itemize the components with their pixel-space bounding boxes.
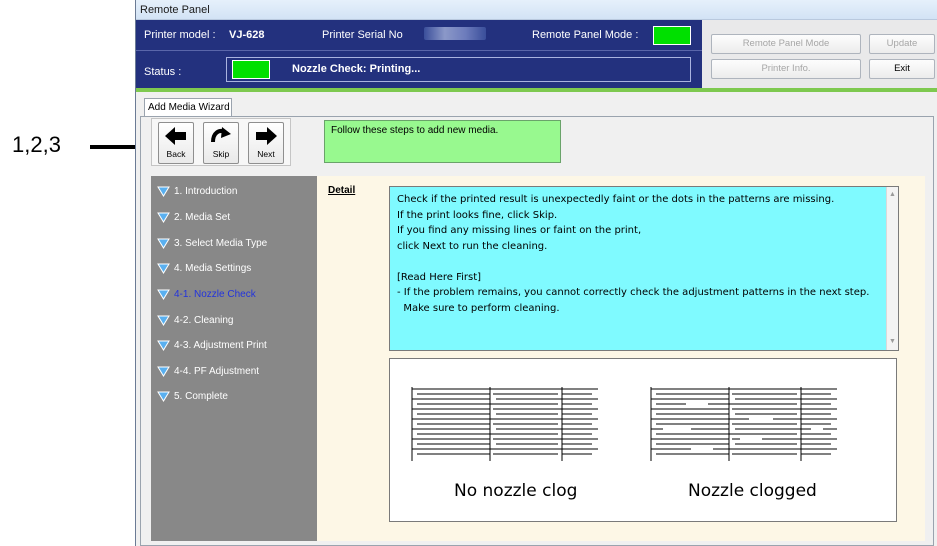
step-triangle-icon	[157, 366, 170, 377]
callout-label: 1,2,3	[12, 132, 61, 157]
window-title: Remote Panel	[136, 0, 937, 20]
step-label: 4. Media Settings	[174, 263, 252, 274]
printer-info-button[interactable]: Printer Info.	[711, 59, 861, 79]
step-label: 5. Complete	[174, 391, 228, 402]
clogged-caption: Nozzle clogged	[688, 481, 817, 501]
wizard-steps-sidebar: 1. Introduction 2. Media Set 3. Select M…	[151, 176, 317, 541]
status-indicator	[232, 60, 270, 79]
serial-label: Printer Serial No	[322, 29, 403, 41]
next-button[interactable]: Next	[248, 122, 284, 164]
remote-panel-mode-button[interactable]: Remote Panel Mode	[711, 34, 861, 54]
step-label: 4-3. Adjustment Print	[174, 340, 267, 351]
accent-line	[136, 88, 937, 92]
step-triangle-icon	[157, 340, 170, 351]
step-triangle-icon	[157, 391, 170, 402]
printer-info-panel: Printer model : VJ-628 Printer Serial No…	[136, 20, 702, 88]
step-triangle-icon	[157, 238, 170, 249]
step-triangle-icon	[157, 289, 170, 300]
step-triangle-icon	[157, 315, 170, 326]
scroll-up-icon[interactable]: ▲	[889, 191, 896, 199]
step-label: 4-4. PF Adjustment	[174, 366, 260, 377]
main-content: Detail Check if the printed result is un…	[317, 176, 925, 541]
info-row: Printer model : VJ-628 Printer Serial No…	[136, 20, 702, 51]
exit-button[interactable]: Exit	[869, 59, 935, 79]
step-label: 4-1. Nozzle Check	[174, 289, 256, 300]
remote-mode-indicator	[653, 26, 691, 45]
instruction-message: Follow these steps to add new media.	[324, 120, 561, 163]
nozzle-pattern-graphic	[411, 387, 837, 461]
step-triangle-icon	[157, 186, 170, 197]
step-label: 2. Media Set	[174, 212, 231, 223]
detail-scrollbar[interactable]: ▲ ▼	[886, 187, 898, 350]
step-label: 3. Select Media Type	[174, 238, 268, 249]
scroll-down-icon[interactable]: ▼	[889, 338, 896, 346]
back-button[interactable]: Back	[158, 122, 194, 164]
status-label: Status :	[144, 66, 182, 78]
remote-mode-label: Remote Panel Mode :	[532, 29, 639, 41]
no-clog-caption: No nozzle clog	[454, 481, 578, 501]
status-box: Nozzle Check: Printing...	[226, 57, 691, 82]
printer-model-value: VJ-628	[229, 29, 265, 41]
step-triangle-icon	[157, 212, 170, 223]
wizard-nav-buttons: Back Skip Next	[151, 118, 291, 166]
status-text: Nozzle Check: Printing...	[292, 63, 421, 75]
detail-textbox[interactable]: Check if the printed result is unexpecte…	[389, 186, 899, 351]
step-label: 1. Introduction	[174, 186, 238, 197]
step-label: 4-2. Cleaning	[174, 315, 234, 326]
printer-model-label: Printer model :	[144, 29, 216, 41]
step-triangle-icon	[157, 263, 170, 274]
next-arrow-icon	[249, 123, 283, 149]
serial-value-redacted	[424, 27, 486, 40]
nozzle-pattern-illustration: No nozzle clog Nozzle clogged	[389, 358, 897, 522]
back-arrow-icon	[159, 123, 193, 149]
skip-arrow-icon	[204, 123, 238, 149]
detail-text: Check if the printed result is unexpecte…	[397, 194, 870, 314]
skip-button[interactable]: Skip	[203, 122, 239, 164]
header: Printer model : VJ-628 Printer Serial No…	[136, 20, 937, 88]
tab-add-media-wizard[interactable]: Add Media Wizard	[144, 98, 232, 116]
detail-label: Detail	[328, 185, 356, 196]
update-button[interactable]: Update	[869, 34, 935, 54]
remote-panel-window: Remote Panel Printer model : VJ-628 Prin…	[135, 0, 937, 546]
